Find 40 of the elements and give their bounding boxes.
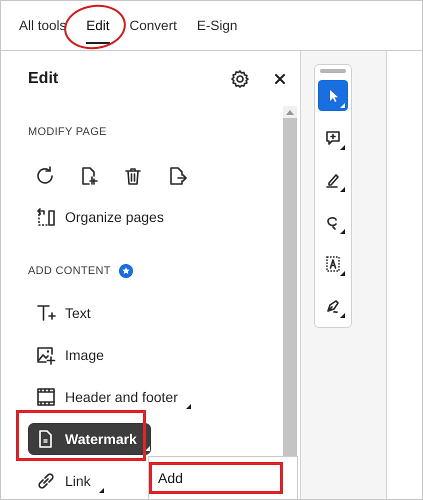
image-add-icon (36, 345, 56, 365)
submenu-corner-icon (340, 103, 345, 108)
organize-pages-button[interactable]: Organize pages (28, 201, 172, 233)
close-icon (274, 72, 286, 84)
tool-button[interactable] (167, 166, 187, 186)
panel-title: Edit (28, 70, 60, 88)
tool-button[interactable] (79, 166, 99, 186)
text-add-icon (36, 303, 56, 323)
organize-pages-icon (36, 207, 56, 227)
close-button[interactable] (274, 72, 286, 84)
tool-button[interactable] (35, 166, 55, 186)
tool-item[interactable]: Watermark (28, 423, 151, 455)
tool-button[interactable] (123, 166, 143, 186)
submenu-corner-icon (340, 313, 345, 318)
tab[interactable]: E-Sign (186, 1, 248, 50)
tab[interactable]: Convert (120, 1, 187, 50)
scroll-up-icon (286, 110, 294, 114)
section-heading: ADD CONTENT (28, 265, 111, 277)
tab[interactable]: All tools (9, 1, 76, 50)
rotate-icon (35, 166, 55, 186)
submenu-corner-icon (340, 145, 345, 150)
tool-item[interactable]: Image (28, 339, 112, 371)
film-strip-icon (36, 387, 56, 407)
new-badge-icon (118, 264, 133, 278)
settings-button[interactable] (230, 68, 250, 88)
submenu-corner-icon (340, 229, 345, 234)
page-export-icon (167, 166, 187, 186)
submenu-corner-icon (340, 271, 345, 276)
submenu-corner-icon (340, 187, 345, 192)
settings-icon (230, 68, 250, 88)
tab[interactable]: Edit (76, 1, 120, 50)
tool-item[interactable]: Text (28, 297, 99, 329)
delete-icon (123, 166, 143, 186)
link-icon (36, 471, 56, 491)
drag-handle[interactable] (320, 69, 346, 73)
menu-item[interactable]: Add (149, 462, 283, 494)
section-heading: MODIFY PAGE (28, 126, 107, 138)
page-crop-icon (79, 166, 99, 186)
tool-item[interactable]: Header and footer (28, 381, 192, 413)
tool-item[interactable]: Link (28, 465, 105, 497)
